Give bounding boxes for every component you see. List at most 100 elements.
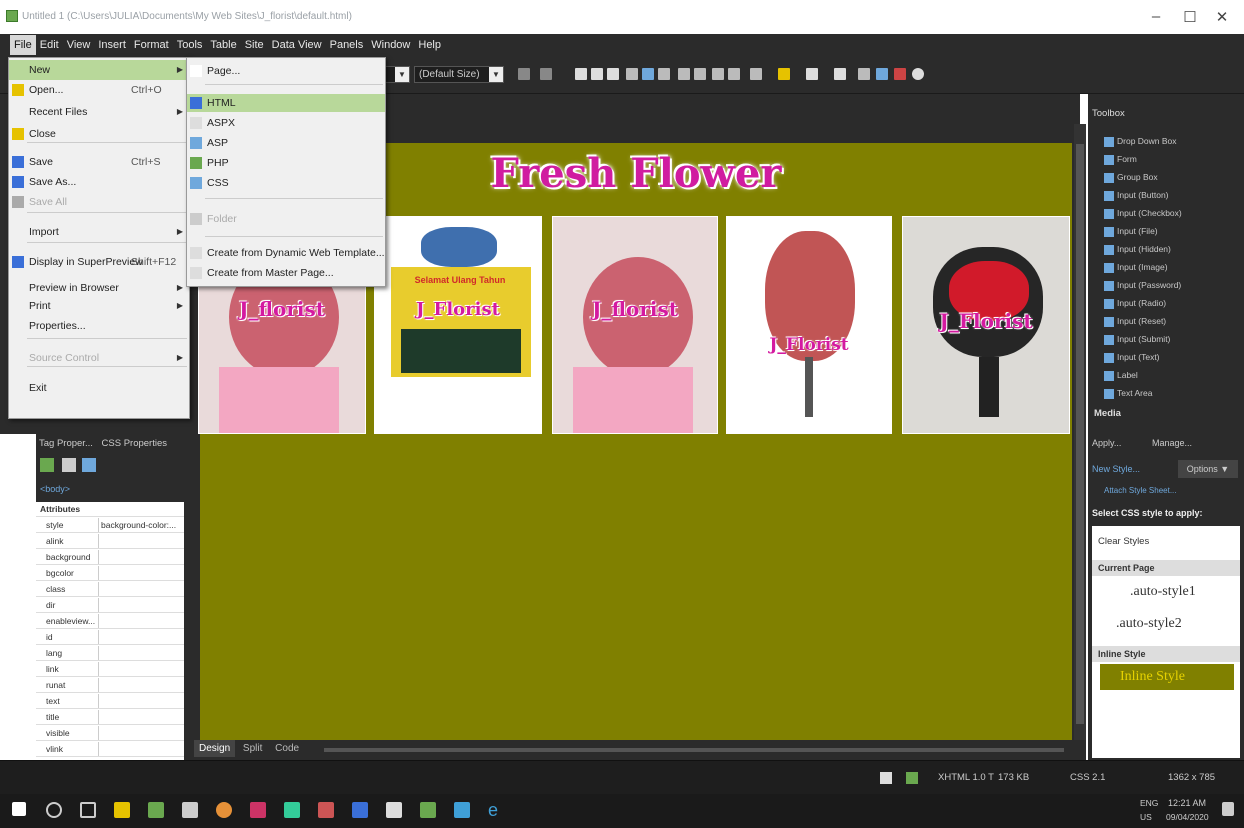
menu-format[interactable]: Format [130,35,173,55]
new-submenu-item[interactable]: PHP [187,154,385,172]
file-menu-item[interactable]: Print ▶ [9,296,189,316]
toolbox-item[interactable]: Input (Submit) [1104,330,1170,348]
increase-indent-icon[interactable] [728,68,740,80]
excel-icon[interactable] [284,802,300,818]
app-icon-3[interactable] [454,802,470,818]
toolbox-item[interactable]: Input (Radio) [1104,294,1166,312]
new-submenu-item[interactable]: ASPX [187,114,385,132]
toolbox-item[interactable]: Label [1104,366,1138,384]
region-indicator[interactable]: US [1140,812,1152,822]
file-explorer-icon[interactable] [114,802,130,818]
attribute-value[interactable] [98,646,184,660]
sort-icon[interactable] [62,458,76,472]
new-submenu-item[interactable]: HTML [187,94,385,112]
attribute-value[interactable] [98,726,184,740]
attribute-row[interactable]: lang [36,646,184,662]
file-menu-item[interactable]: Save All [9,192,189,212]
file-menu-item[interactable]: Properties... [9,316,189,336]
menu-window[interactable]: Window [367,35,414,55]
attribute-row[interactable]: dir [36,598,184,614]
toolbox-item[interactable]: Input (File) [1104,222,1158,240]
style-item-2[interactable]: .auto-style2 [1116,616,1182,632]
attribute-row[interactable]: text [36,694,184,710]
file-menu-item[interactable]: Import ▶ [9,222,189,242]
visual-aids-icon[interactable] [880,772,892,784]
new-submenu-item[interactable]: CSS [187,174,385,192]
new-submenu-item[interactable]: ASP [187,134,385,152]
attribute-value[interactable] [98,566,184,580]
file-menu-item[interactable]: Source Control ▶ [9,348,189,368]
attribute-row[interactable]: id [36,630,184,646]
new-style-link[interactable]: New Style... [1092,464,1140,474]
toolbox-item[interactable]: Input (Checkbox) [1104,204,1182,222]
italic-icon[interactable] [591,68,603,80]
acrobat-icon[interactable] [250,802,266,818]
bullets-icon[interactable] [694,68,706,80]
language-indicator[interactable]: ENG [1140,798,1158,808]
attribute-row[interactable]: link [36,662,184,678]
attribute-row[interactable]: vlink [36,742,184,758]
tab-split[interactable]: Split [238,740,267,757]
attribute-row[interactable]: bgcolor [36,566,184,582]
file-menu-item[interactable]: Recent Files ▶ [9,102,189,122]
close-button[interactable]: ✕ [1212,8,1232,26]
menu-edit[interactable]: Edit [36,35,63,55]
redo-icon[interactable] [540,68,552,80]
toolbox-item[interactable]: Drop Down Box [1104,132,1177,150]
attribute-value[interactable] [98,614,184,628]
attribute-row[interactable]: alink [36,534,184,550]
tab-apply-styles[interactable]: Apply... [1092,438,1121,448]
file-menu-item[interactable]: Preview in Browser ▶ [9,278,189,298]
attribute-value[interactable] [98,678,184,692]
menu-view[interactable]: View [63,35,95,55]
tab-manage-styles[interactable]: Manage... [1152,438,1192,448]
tab-design[interactable]: Design [194,740,236,757]
start-icon[interactable] [12,802,26,816]
file-menu-item[interactable]: New ▶ [9,60,189,80]
attribute-value[interactable] [98,550,184,564]
word-icon[interactable] [352,802,368,818]
maximize-button[interactable]: ☐ [1180,8,1200,26]
tab-code[interactable]: Code [270,740,304,757]
attribute-row[interactable]: visible [36,726,184,742]
menu-site[interactable]: Site [241,35,268,55]
bold-icon[interactable] [575,68,587,80]
toolbox-item[interactable]: Input (Image) [1104,258,1168,276]
file-menu-item[interactable]: Save Ctrl+S [9,152,189,172]
doctype-status[interactable]: XHTML 1.0 T [938,772,994,783]
attribute-row[interactable]: title [36,710,184,726]
attribute-row[interactable]: background [36,550,184,566]
attribute-value[interactable] [98,694,184,708]
attribute-value[interactable] [98,534,184,548]
toolbox-item[interactable]: Group Box [1104,168,1158,186]
layer-icon[interactable] [858,68,870,80]
toolbox-item[interactable]: Text Area [1104,384,1152,402]
record-icon[interactable] [912,68,924,80]
clear-styles-item[interactable]: Clear Styles [1098,536,1149,547]
menu-tools[interactable]: Tools [173,35,207,55]
calculator-icon[interactable] [182,802,198,818]
attribute-row[interactable]: runat [36,678,184,694]
new-submenu-item[interactable]: Create from Dynamic Web Template... [187,244,385,262]
menu-help[interactable]: Help [414,35,445,55]
style-item-1[interactable]: .auto-style1 [1130,584,1196,600]
file-menu-item[interactable]: Save As... [9,172,189,192]
clock-time[interactable]: 12:21 AM [1168,798,1206,808]
file-menu-item[interactable]: Open... Ctrl+O [9,80,189,100]
attribute-value[interactable] [98,742,184,756]
show-set-icon[interactable] [82,458,96,472]
undo-icon[interactable] [518,68,530,80]
toolbox-item[interactable]: Input (Reset) [1104,312,1166,330]
menu-file[interactable]: File [10,35,36,55]
page-size-status[interactable]: 1362 x 785 [1168,772,1215,783]
web-component-icon[interactable] [894,68,906,80]
menu-insert[interactable]: Insert [94,35,130,55]
toolbox-item[interactable]: Input (Password) [1104,276,1181,294]
toolbox-item[interactable]: Form [1104,150,1137,168]
toolbox-item[interactable]: Input (Hidden) [1104,240,1171,258]
style-icon[interactable] [834,68,846,80]
tab-tag-properties[interactable]: Tag Proper... [36,434,96,453]
underline-icon[interactable] [607,68,619,80]
menu-data-view[interactable]: Data View [268,35,326,55]
new-submenu-item[interactable]: Folder [187,210,385,228]
